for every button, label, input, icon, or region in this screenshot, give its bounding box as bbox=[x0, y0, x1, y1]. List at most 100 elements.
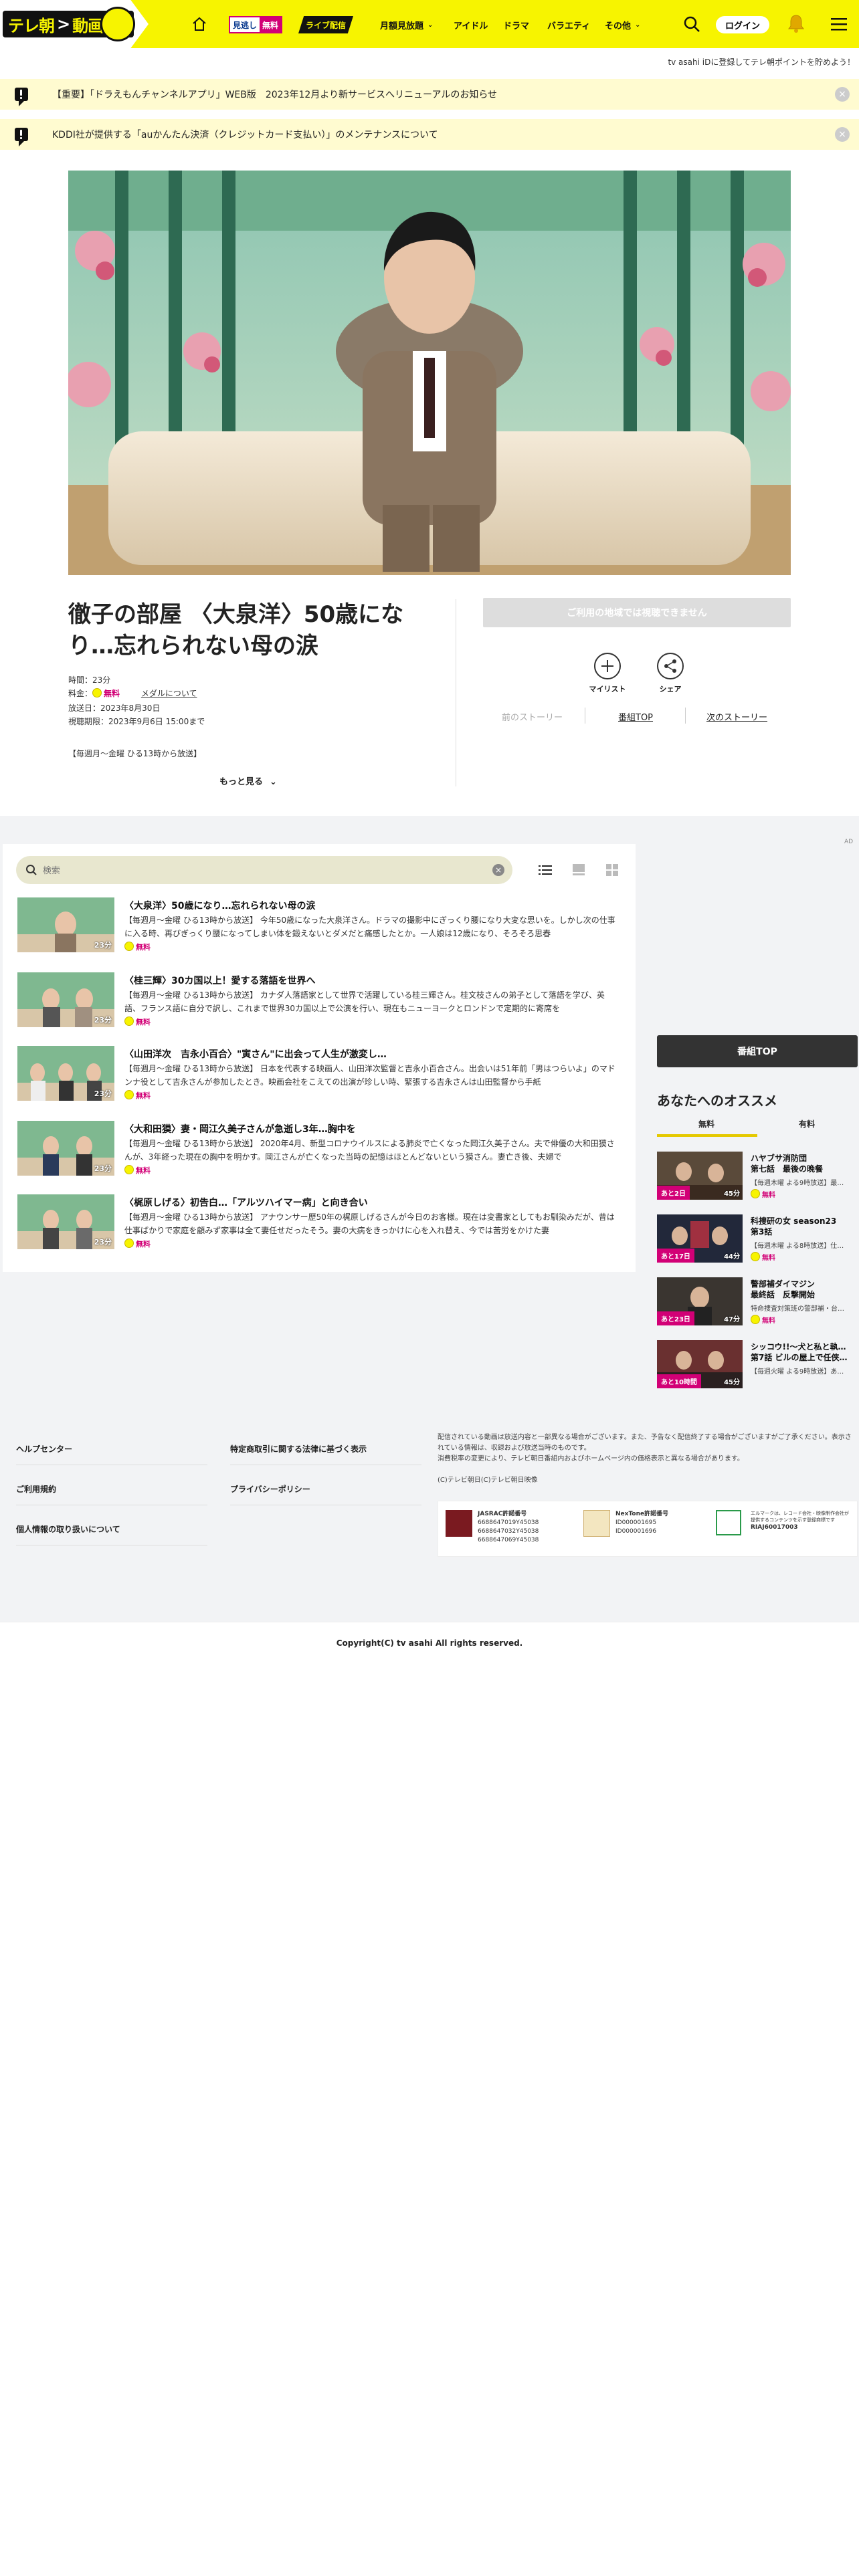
bell-icon[interactable] bbox=[787, 13, 805, 33]
close-icon[interactable]: × bbox=[835, 127, 850, 142]
logo-text-left: テレ朝 bbox=[8, 16, 55, 35]
ad-label: AD bbox=[844, 839, 854, 845]
share-label[interactable]: シェア bbox=[644, 683, 697, 694]
episode-list-item[interactable]: 23分 〈桂三輝〉30カ国以上！愛する落語を世界へ 【毎週月～金曜 ひる13時か… bbox=[17, 972, 619, 1029]
recommend-item[interactable]: あと2日 45分 ハヤブサ消防団 第七話 最後の晩餐 【毎週木曜 よる9時放送】最… bbox=[657, 1152, 858, 1201]
recommend-item[interactable]: あと10時間 45分 シッコウ!!～犬と私と執… 第7話 ビルの屋上で任侠… 【毎… bbox=[657, 1340, 858, 1390]
episode-list-item[interactable]: 23分 〈大泉洋〉50歳になり…忘れられない母の涙 【毎週月～金曜 ひる13時か… bbox=[17, 897, 619, 954]
l-mark-number: RIAJ60017003 bbox=[751, 1524, 798, 1531]
show-more-label: もっと見る bbox=[219, 777, 264, 787]
register-promo-link[interactable]: tv asahi iDに登録してテレ朝ポイントを貯めよう！ bbox=[668, 56, 855, 68]
mylist-plus-icon[interactable] bbox=[594, 653, 621, 679]
divider bbox=[685, 708, 686, 724]
chevron-down-icon: ⌄ bbox=[635, 21, 641, 29]
episode-list-item[interactable]: 23分 〈大和田獏〉妻・岡江久美子さんが急逝し3年…胸中を 【毎週月～金曜 ひる… bbox=[17, 1121, 619, 1177]
expiry-date: 視聴期限：2023年9月6日 15:00まで bbox=[68, 717, 205, 726]
episode-title[interactable]: 〈梶原しげる〉初告白…「アルツハイマー病」と向き合い bbox=[124, 1196, 368, 1209]
program-top-button[interactable]: 番組TOP bbox=[657, 1035, 858, 1067]
episode-duration: 23分 bbox=[94, 1238, 112, 1247]
studio-scene-image bbox=[68, 171, 791, 575]
episode-search-input[interactable] bbox=[43, 863, 471, 877]
recommend-title-text[interactable]: 警部補ダイマジン 最終話 反撃開始 bbox=[751, 1279, 858, 1300]
nav-variety[interactable]: バラエティ bbox=[547, 15, 590, 35]
nav-other[interactable]: その他 ⌄ bbox=[605, 15, 640, 35]
footer-help-link[interactable]: ヘルプセンター bbox=[16, 1443, 72, 1455]
notice-bar[interactable]: KDDI社が提供する「auかんたん決済（クレジットカード支払い）」のメンテナンス… bbox=[0, 119, 859, 150]
free-label: 無料 bbox=[762, 1192, 775, 1199]
recommend-free-badge: 無料 bbox=[751, 1252, 775, 1262]
episode-duration: 23分 bbox=[94, 941, 112, 950]
recommend-item[interactable]: あと23日 47分 警部補ダイマジン 最終話 反撃開始 特命捜査対策班の警部補・台… bbox=[657, 1277, 858, 1327]
episode-thumbnail: 23分 bbox=[17, 1046, 114, 1101]
days-left-badge: あと17日 bbox=[657, 1249, 694, 1263]
nextone-numbers: ID000001695 ID000001696 bbox=[615, 1519, 657, 1535]
recommend-thumbnail: あと2日 45分 bbox=[657, 1152, 743, 1200]
footer-commercial-law-link[interactable]: 特定商取引に関する法律に基づく表示 bbox=[230, 1443, 367, 1455]
medal-info-link[interactable]: メダルについて bbox=[141, 689, 197, 698]
episode-thumbnail: 23分 bbox=[17, 897, 114, 952]
footer-tax-note: 消費税率の変更により、テレビ朝日番組内およびホームページ内の価格表示と異なる場合… bbox=[438, 1455, 744, 1463]
episode-title[interactable]: 〈桂三輝〉30カ国以上！愛する落語を世界へ bbox=[124, 974, 315, 987]
clear-icon[interactable]: × bbox=[492, 864, 504, 876]
search-icon[interactable] bbox=[682, 15, 701, 33]
episode-duration: 時間：23分 bbox=[68, 675, 111, 685]
nav-drama[interactable]: ドラマ bbox=[503, 15, 529, 35]
catchup-label: 見逃し bbox=[233, 21, 258, 30]
list-view-icon[interactable] bbox=[538, 863, 553, 877]
recommend-title-text[interactable]: 科捜研の女 season23 第3話 bbox=[751, 1216, 858, 1237]
episode-title[interactable]: 〈大和田獏〉妻・岡江久美子さんが急逝し3年…胸中を bbox=[124, 1122, 356, 1136]
footer-privacy-handling-link[interactable]: 個人情報の取り扱いについて bbox=[16, 1523, 120, 1535]
logo-area[interactable]: テレ朝 > 動画 bbox=[0, 0, 149, 48]
episode-search-bar[interactable]: × bbox=[16, 856, 512, 884]
tab-free[interactable]: 無料 bbox=[698, 1118, 714, 1130]
unavailable-region-button: ご利用の地域では視聴できません bbox=[483, 598, 791, 627]
recommend-thumbnail: あと23日 47分 bbox=[657, 1277, 743, 1325]
jasrac-title: JASRAC許諾番号 bbox=[478, 1511, 527, 1517]
nav-subscription[interactable]: 月額見放題 ⌄ bbox=[380, 15, 433, 35]
notice-text[interactable]: 【重要】「ドラえもんチャンネルアプリ」WEB版 2023年12月より新サービスへ… bbox=[52, 88, 497, 101]
episode-title[interactable]: 〈大泉洋〉50歳になり…忘れられない母の涙 bbox=[124, 899, 315, 912]
recommend-title: あなたへのオススメ bbox=[657, 1093, 777, 1109]
login-button[interactable]: ログイン bbox=[716, 16, 769, 33]
episode-free-badge: 無料 bbox=[124, 1239, 151, 1249]
close-icon[interactable]: × bbox=[835, 87, 850, 102]
l-mark-logo-icon bbox=[716, 1510, 741, 1535]
notice-bar[interactable]: 【重要】「ドラえもんチャンネルアプリ」WEB版 2023年12月より新サービスへ… bbox=[0, 79, 859, 110]
notice-text[interactable]: KDDI社が提供する「auかんたん決済（クレジットカード支払い）」のメンテナンス… bbox=[52, 128, 438, 141]
catchup-free-button[interactable]: 見逃し 無料 bbox=[229, 16, 283, 33]
footer-privacy-policy-link[interactable]: プライバシーポリシー bbox=[230, 1483, 310, 1495]
episode-list-item[interactable]: 23分 〈梶原しげる〉初告白…「アルツハイマー病」と向き合い 【毎週月～金曜 ひ… bbox=[17, 1194, 619, 1251]
recommend-title-text[interactable]: ハヤブサ消防団 第七話 最後の晩餐 bbox=[751, 1153, 858, 1174]
next-story-link[interactable]: 次のストーリー bbox=[706, 710, 767, 723]
free-label: 無料 bbox=[136, 1018, 151, 1027]
share-icon[interactable] bbox=[657, 653, 684, 679]
show-more-button[interactable]: もっと見る ⌄ bbox=[219, 774, 277, 787]
site-header: テレ朝 > 動画 見逃し 無料 ライブ配信 月額見放題 ⌄ アイドル ドラマ バラ… bbox=[0, 0, 859, 48]
episode-free-badge: 無料 bbox=[124, 1016, 151, 1027]
recommend-thumbnail: あと17日 44分 bbox=[657, 1214, 743, 1263]
tab-paid[interactable]: 有料 bbox=[799, 1118, 815, 1130]
episode-title[interactable]: 〈山田洋次 吉永小百合〉"寅さん"に出会って人生が激変し… bbox=[124, 1047, 387, 1061]
home-icon[interactable] bbox=[191, 16, 207, 32]
video-player[interactable] bbox=[68, 171, 791, 575]
nextone-logo-icon bbox=[583, 1510, 610, 1537]
footer-terms-link[interactable]: ご利用規約 bbox=[16, 1483, 56, 1495]
live-stream-button[interactable]: ライブ配信 bbox=[298, 16, 353, 33]
days-left-badge: あと23日 bbox=[657, 1311, 694, 1325]
notice-icon bbox=[15, 128, 28, 146]
coin-icon bbox=[124, 1239, 134, 1248]
program-top-link[interactable]: 番組TOP bbox=[618, 710, 653, 723]
nav-idol[interactable]: アイドル bbox=[454, 15, 488, 35]
coin-icon bbox=[92, 688, 102, 697]
recommend-item[interactable]: あと17日 44分 科捜研の女 season23 第3話 【毎週木曜 よる8時放送… bbox=[657, 1214, 858, 1264]
coin-icon bbox=[124, 1165, 134, 1174]
episode-list-item[interactable]: 23分 〈山田洋次 吉永小百合〉"寅さん"に出会って人生が激変し… 【毎週月～金… bbox=[17, 1046, 619, 1102]
hamburger-menu-icon[interactable] bbox=[830, 16, 848, 32]
large-tile-view-icon[interactable] bbox=[571, 863, 586, 877]
mylist-label[interactable]: マイリスト bbox=[581, 683, 634, 694]
coin-icon bbox=[751, 1315, 760, 1324]
recommend-title-text[interactable]: シッコウ!!～犬と私と執… 第7話 ビルの屋上で任侠… bbox=[751, 1341, 858, 1363]
episode-duration: 23分 bbox=[94, 1089, 112, 1098]
jasrac-info: JASRAC許諾番号 6688647019Y45038 6688647032Y4… bbox=[478, 1510, 539, 1545]
grid-view-icon[interactable] bbox=[605, 863, 619, 877]
